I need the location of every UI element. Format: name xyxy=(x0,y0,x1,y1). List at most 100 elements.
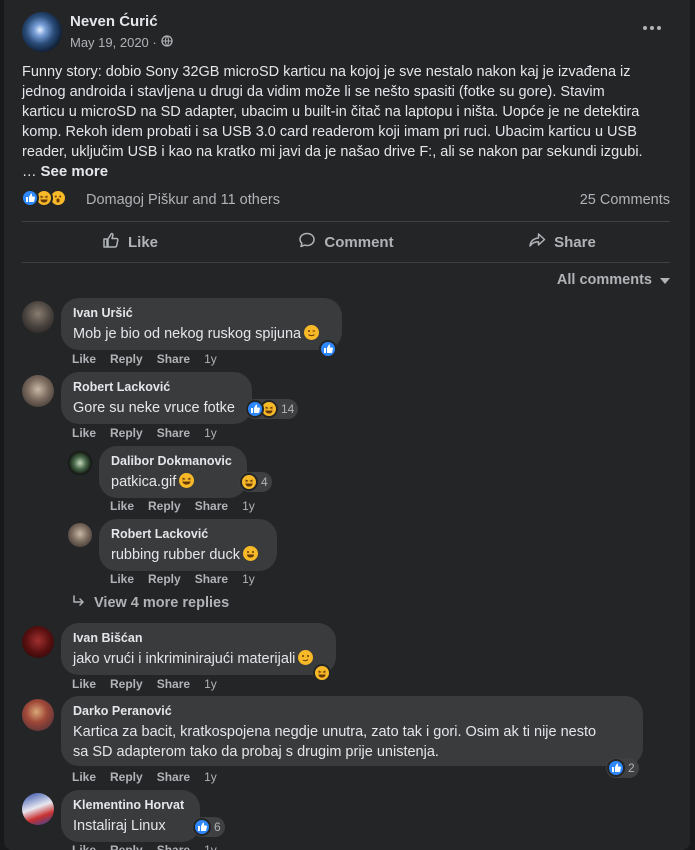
commenter-name[interactable]: Robert Lacković xyxy=(73,380,240,394)
post-text-line: komp. Rekoh idem probati i sa USB 3.0 ca… xyxy=(22,124,637,140)
comment-share-link[interactable]: Share xyxy=(195,499,228,513)
commenter-avatar[interactable] xyxy=(22,793,54,825)
comment-time[interactable]: 1y xyxy=(204,677,217,691)
post-meta: May 19, 2020 · xyxy=(70,35,173,50)
like-reaction-icon xyxy=(607,759,625,777)
comment-reply-link[interactable]: Reply xyxy=(110,677,143,691)
comment-text-body: rubbing rubber duck xyxy=(111,547,240,563)
post-date[interactable]: May 19, 2020 · xyxy=(70,35,157,50)
comment-time[interactable]: 1y xyxy=(242,572,255,586)
comment-text-body: patkica.gif xyxy=(111,474,177,490)
haha-reaction-icon xyxy=(313,664,331,682)
comment-bubble: Ivan Uršić Mob je bio od nekog ruskog sp… xyxy=(61,298,342,350)
comment-actions: Like Reply Share 1y xyxy=(110,499,255,513)
comment-like-link[interactable]: Like xyxy=(72,770,96,784)
comment-like-link[interactable]: Like xyxy=(72,677,96,691)
like-reaction-icon xyxy=(21,189,39,207)
comment-reaction-badge[interactable]: 4 xyxy=(239,472,272,492)
comment-text-line: Kartica za bacit, kratkospojena negdje u… xyxy=(73,724,597,740)
commenter-name[interactable]: Dalibor Dokmanovic xyxy=(111,454,235,468)
more-horizontal-icon[interactable] xyxy=(640,20,664,36)
see-more-link[interactable]: See more xyxy=(41,163,109,180)
comment-time[interactable]: 1y xyxy=(204,770,217,784)
comment-bubble: Klementino Horvat Instaliraj Linux xyxy=(61,790,200,842)
comment-text: Mob je bio od nekog ruskog spijuna xyxy=(73,324,330,344)
comment-reply-link[interactable]: Reply xyxy=(110,770,143,784)
comment-share-link[interactable]: Share xyxy=(157,770,190,784)
like-icon xyxy=(102,231,120,253)
comment-like-link[interactable]: Like xyxy=(72,352,96,366)
comment-bubble: Robert Lacković Gore su neke vruce fotke xyxy=(61,372,252,424)
comment-time[interactable]: 1y xyxy=(204,352,217,366)
comment-filter-label: All comments xyxy=(556,272,652,288)
comment-reaction-badge[interactable] xyxy=(319,340,337,363)
comment-text: Instaliraj Linux xyxy=(73,818,166,834)
smirk-emoji-icon xyxy=(298,650,314,665)
comment-reply-link[interactable]: Reply xyxy=(148,499,181,513)
reaction-count: 14 xyxy=(281,402,295,416)
comment-reply-link[interactable]: Reply xyxy=(148,572,181,586)
comment-filter-dropdown[interactable]: All comments xyxy=(557,272,670,288)
divider xyxy=(22,262,670,263)
comment-actions: Like Reply Share 1y xyxy=(72,843,217,850)
comment-share-link[interactable]: Share xyxy=(157,677,190,691)
comment-share-link[interactable]: Share xyxy=(157,352,190,366)
comment-reaction-badge[interactable] xyxy=(313,664,331,687)
comment-like-link[interactable]: Like xyxy=(72,426,96,440)
comment-share-link[interactable]: Share xyxy=(195,572,228,586)
comment-time[interactable]: 1y xyxy=(204,426,217,440)
reaction-count: 4 xyxy=(261,475,268,489)
comments-count[interactable]: 25 Comments xyxy=(580,192,670,208)
author-avatar[interactable] xyxy=(22,12,62,52)
commenter-name[interactable]: Robert Lacković xyxy=(111,527,265,541)
commenter-avatar[interactable] xyxy=(68,523,92,547)
commenter-avatar[interactable] xyxy=(22,375,54,407)
comment-text: Gore su neke vruce fotke xyxy=(73,400,235,416)
reaction-count: 6 xyxy=(214,820,221,834)
commenter-avatar[interactable] xyxy=(22,626,54,658)
laughing-emoji-icon xyxy=(179,473,195,488)
reaction-icons[interactable] xyxy=(21,189,67,207)
comment-reaction-badge[interactable]: 14 xyxy=(245,399,299,419)
commenter-name[interactable]: Ivan Uršić xyxy=(73,306,330,320)
like-reaction-icon xyxy=(193,818,211,836)
caret-down-icon xyxy=(660,272,670,288)
comment-label: Comment xyxy=(324,233,394,251)
comment-reaction-badge[interactable]: 2 xyxy=(606,758,639,778)
comment-time[interactable]: 1y xyxy=(204,843,217,850)
ellipsis: … xyxy=(22,164,37,180)
post-text-line: jednog androida i stavljena u drugi da v… xyxy=(22,84,605,100)
comment-like-link[interactable]: Like xyxy=(110,572,134,586)
reply-arrow-icon xyxy=(72,594,86,612)
comment-text-body: jako vrući i inkriminirajući materijali xyxy=(73,651,296,667)
comment-like-link[interactable]: Like xyxy=(72,843,96,850)
comment-actions: Like Reply Share 1y xyxy=(72,426,217,440)
comment-icon xyxy=(298,231,316,253)
comment-reply-link[interactable]: Reply xyxy=(110,352,143,366)
reactions-text[interactable]: Domagoj Piškur and 11 others xyxy=(86,192,280,208)
comment-bubble: Dalibor Dokmanovic patkica.gif xyxy=(99,446,247,498)
view-more-replies-link[interactable]: View 4 more replies xyxy=(72,594,229,612)
share-label: Share xyxy=(554,233,596,251)
comment-reply-link[interactable]: Reply xyxy=(110,843,143,850)
comment-bubble: Darko Peranović Kartica za bacit, kratko… xyxy=(61,696,643,766)
commenter-avatar[interactable] xyxy=(68,451,92,475)
comment-like-link[interactable]: Like xyxy=(110,499,134,513)
comment-share-link[interactable]: Share xyxy=(157,426,190,440)
commenter-name[interactable]: Klementino Horvat xyxy=(73,798,188,812)
comment-button[interactable]: Comment xyxy=(238,226,454,258)
comment-reaction-badge[interactable]: 6 xyxy=(192,817,225,837)
comment-time[interactable]: 1y xyxy=(242,499,255,513)
commenter-avatar[interactable] xyxy=(22,301,54,333)
share-button[interactable]: Share xyxy=(454,226,670,258)
comment-bubble: Robert Lacković rubbing rubber duck xyxy=(99,519,277,571)
comment-share-link[interactable]: Share xyxy=(157,843,190,850)
like-button[interactable]: Like xyxy=(22,226,238,258)
comment-reply-link[interactable]: Reply xyxy=(110,426,143,440)
author-name[interactable]: Neven Ćurić xyxy=(70,13,158,30)
post-text: Funny story: dobio Sony 32GB microSD kar… xyxy=(22,62,682,182)
commenter-avatar[interactable] xyxy=(22,699,54,731)
commenter-name[interactable]: Ivan Bišćan xyxy=(73,631,324,645)
like-reaction-icon xyxy=(319,340,337,358)
commenter-name[interactable]: Darko Peranović xyxy=(73,704,631,718)
